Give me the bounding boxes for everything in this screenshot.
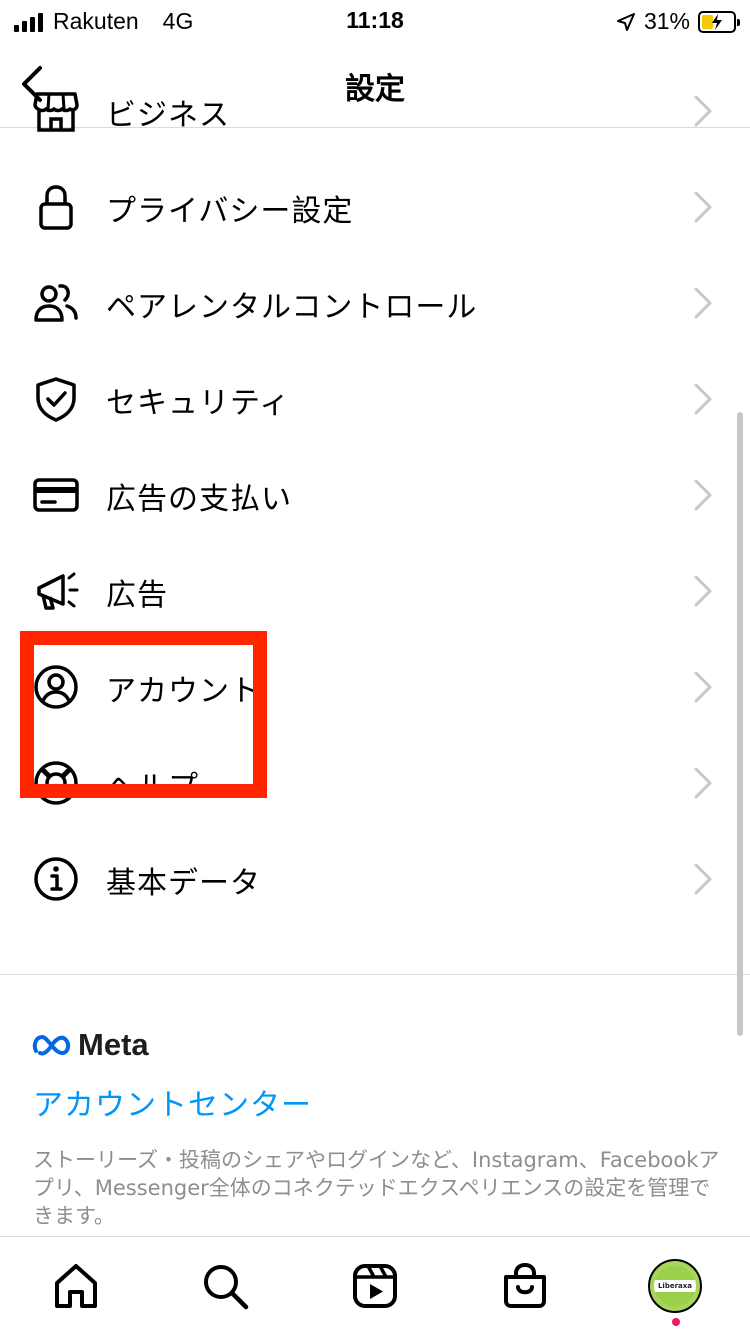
chevron-right-icon [694,575,712,607]
chevron-right-icon [694,95,712,127]
account-center-description: ストーリーズ・投稿のシェアやログインなど、Instagram、Facebookア… [33,1148,720,1228]
bottom-tab-bar: Liberaxa [0,1236,750,1334]
meta-infinity-icon [32,1034,71,1056]
battery-icon [698,10,740,33]
notification-dot [672,1318,680,1326]
settings-item-label: 広告の支払い [106,482,292,517]
location-arrow-icon [616,12,635,31]
scrollbar[interactable] [737,412,743,1036]
settings-item-label: セキュリティ [106,386,291,421]
settings-item-security[interactable]: セキュリティ [0,350,750,446]
chevron-right-icon [694,383,712,415]
info-icon [34,857,78,901]
storefront-icon [33,92,79,132]
reels-icon[interactable] [350,1261,400,1311]
settings-item-ad-payments[interactable]: 広告の支払い [0,446,750,542]
status-bar-right: 31% [616,8,740,35]
highlight-box [20,631,267,798]
settings-item-label: ペアレンタルコントロール [106,290,478,325]
search-icon[interactable] [200,1261,250,1311]
chevron-right-icon [694,287,712,319]
lock-icon [39,185,73,230]
chevron-right-icon [694,863,712,895]
account-center-link[interactable]: アカウントセンター [33,1080,312,1124]
chevron-right-icon [694,671,712,703]
settings-item-parental-control[interactable]: ペアレンタルコントロール [0,254,750,350]
settings-item-business[interactable]: ビジネス [0,62,750,158]
chevron-right-icon [694,191,712,223]
settings-screen: Rakuten 4G 11:18 31% 設定 ビジネス プライバシー設定 ペア… [0,0,750,1334]
chevron-right-icon [694,767,712,799]
settings-item-label: ビジネス [106,98,230,133]
meta-logo: Meta [32,1027,149,1063]
shield-check-icon [36,377,76,422]
settings-list: ビジネス プライバシー設定 ペアレンタルコントロール セキュリティ 広告の支払い… [0,92,750,974]
battery-percent: 31% [643,8,690,34]
meta-wordmark: Meta [78,1027,149,1062]
chevron-right-icon [694,479,712,511]
settings-item-about[interactable]: 基本データ [0,830,750,926]
megaphone-icon [37,572,79,610]
settings-item-privacy[interactable]: プライバシー設定 [0,158,750,254]
home-icon[interactable] [51,1261,101,1311]
profile-avatar[interactable]: Liberaxa [648,1259,702,1313]
section-divider [0,974,750,975]
settings-item-ads[interactable]: 広告 [0,542,750,638]
settings-item-label: プライバシー設定 [106,194,354,229]
settings-item-label: 基本データ [106,866,261,901]
status-bar: Rakuten 4G 11:18 31% [0,0,750,40]
shop-icon[interactable] [500,1261,550,1311]
avatar-text: Liberaxa [657,1282,693,1290]
people-icon [34,284,78,322]
settings-item-label: 広告 [106,578,168,613]
credit-card-icon [33,478,79,512]
